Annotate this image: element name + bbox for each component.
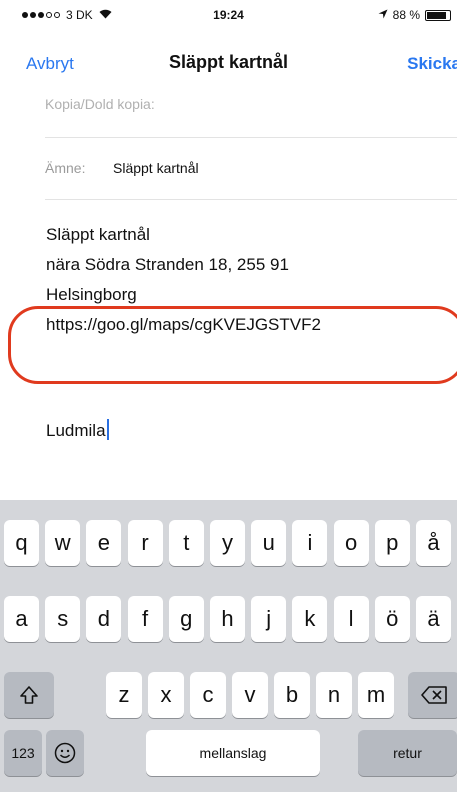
key-s[interactable]: s [45, 596, 81, 642]
subject-field[interactable]: Ämne: Släppt kartnål [45, 146, 457, 200]
signature-text: Ludmila [46, 421, 106, 440]
key-o[interactable]: o [333, 520, 369, 566]
shift-icon [19, 685, 39, 705]
space-key[interactable]: mellanslag [146, 730, 320, 776]
text-cursor [106, 419, 109, 440]
key-g[interactable]: g [168, 596, 204, 642]
key-f[interactable]: f [127, 596, 163, 642]
key-c[interactable]: c [190, 672, 226, 718]
key-ö[interactable]: ö [374, 596, 410, 642]
return-key[interactable]: retur [358, 730, 457, 776]
keyboard: 123 mellanslag retur qwertyuiopå asdfghjk… [0, 500, 457, 792]
key-h[interactable]: h [210, 596, 245, 642]
cc-bcc-label: Kopia/Dold kopia: [45, 96, 155, 112]
emoji-key[interactable] [46, 730, 84, 776]
subject-value[interactable]: Släppt kartnål [113, 160, 199, 176]
status-bar: 3 DK 19:24 88 % [0, 0, 457, 30]
shift-key[interactable] [4, 672, 54, 718]
emoji-icon [54, 742, 76, 764]
key-n[interactable]: n [316, 672, 352, 718]
key-x[interactable]: x [148, 672, 184, 718]
backspace-icon [421, 686, 447, 704]
key-e[interactable]: e [86, 520, 122, 566]
key-t[interactable]: t [168, 520, 204, 566]
key-k[interactable]: k [292, 596, 328, 642]
key-p[interactable]: p [374, 520, 410, 566]
nav-bar: Avbryt Släppt kartnål Skicka [0, 40, 457, 92]
battery-icon [425, 9, 451, 21]
battery-percent: 88 % [392, 8, 420, 22]
signature[interactable]: Ludmila [46, 419, 109, 441]
battery-level [427, 11, 447, 19]
mail-compose-screen: 3 DK 19:24 88 % Avbryt Släppt kartnål Sk… [0, 0, 457, 792]
key-r[interactable]: r [127, 520, 163, 566]
cc-bcc-field[interactable]: Kopia/Dold kopia: [45, 92, 457, 138]
key-ä[interactable]: ä [416, 596, 451, 642]
key-b[interactable]: b [274, 672, 310, 718]
key-u[interactable]: u [251, 520, 287, 566]
key-m[interactable]: m [358, 672, 394, 718]
key-a[interactable]: a [4, 596, 39, 642]
status-right: 88 % [378, 8, 451, 22]
url-highlight-circle [8, 306, 457, 384]
key-w[interactable]: w [45, 520, 81, 566]
page-title: Släppt kartnål [168, 52, 289, 72]
send-button[interactable]: Skicka [407, 54, 457, 74]
backspace-key[interactable] [408, 672, 457, 718]
key-j[interactable]: j [251, 596, 287, 642]
numbers-key[interactable]: 123 [4, 730, 42, 776]
subject-label: Ämne: [45, 160, 86, 176]
key-v[interactable]: v [232, 672, 268, 718]
body-line: Släppt kartnål [46, 225, 150, 244]
location-arrow-icon [378, 8, 388, 22]
key-z[interactable]: z [106, 672, 142, 718]
key-å[interactable]: å [416, 520, 451, 566]
key-q[interactable]: q [4, 520, 39, 566]
key-i[interactable]: i [292, 520, 328, 566]
key-l[interactable]: l [333, 596, 369, 642]
key-d[interactable]: d [86, 596, 122, 642]
body-line: nära Södra Stranden 18, 255 91 [46, 255, 289, 274]
key-y[interactable]: y [210, 520, 245, 566]
